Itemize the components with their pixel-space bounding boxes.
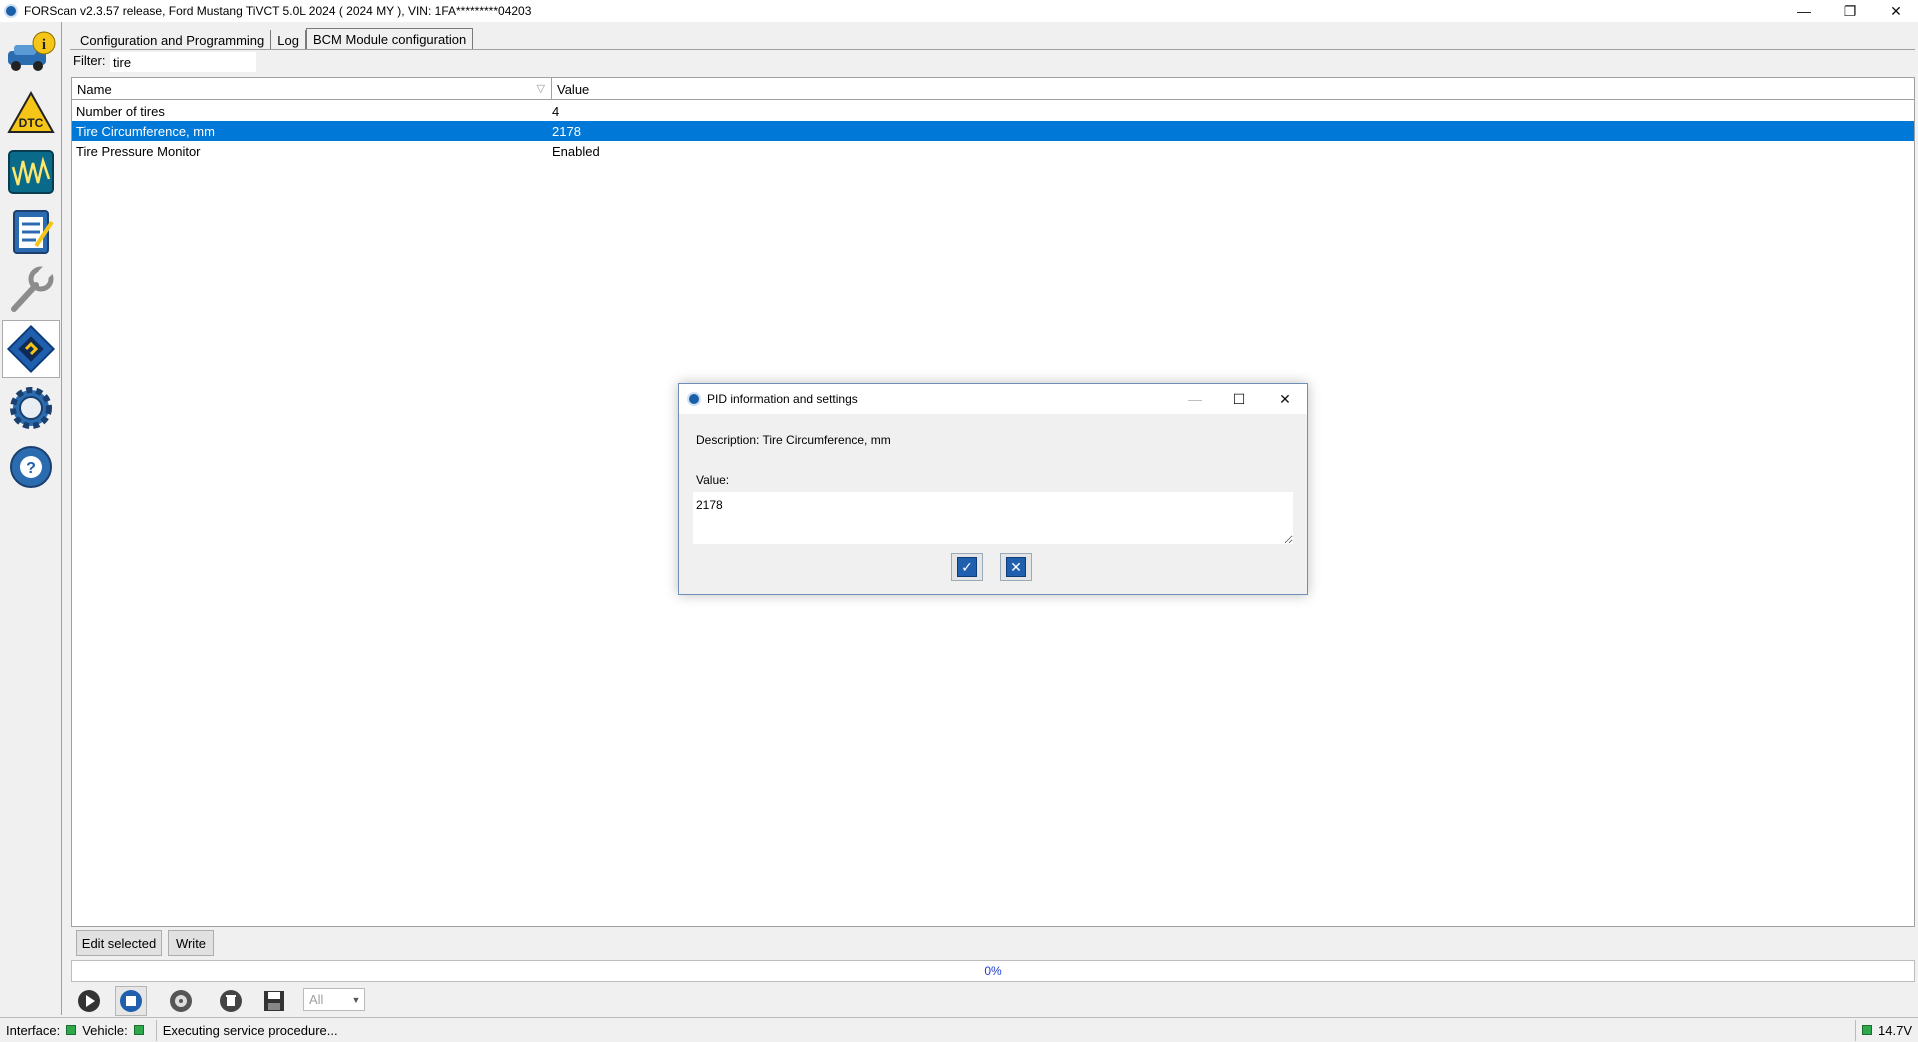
dialog-description: Description: Tire Circumference, mm	[696, 433, 891, 447]
interface-label: Interface:	[6, 1022, 61, 1038]
row-value: Enabled	[552, 143, 600, 159]
voltage-segment: 14.7V	[1856, 1020, 1918, 1041]
dialog-close-button[interactable]: ✕	[1263, 384, 1307, 414]
interface-status: Interface: Vehicle:	[0, 1019, 157, 1041]
table-row[interactable]: Number of tires 4	[72, 101, 1914, 121]
dialog-ok-button[interactable]: ✓	[951, 553, 983, 581]
minimize-button[interactable]: —	[1781, 0, 1827, 22]
restore-button[interactable]: ❐	[1827, 0, 1873, 22]
close-button[interactable]: ✕	[1873, 0, 1918, 22]
wheel-icon	[170, 990, 192, 1012]
write-button[interactable]: Write	[168, 930, 214, 956]
tire-tool-button[interactable]	[165, 986, 197, 1016]
voltage-value: 14.7V	[1878, 1022, 1912, 1038]
dialog-title: PID information and settings	[707, 392, 858, 406]
pid-settings-dialog: PID information and settings — ☐ ✕ Descr…	[678, 383, 1308, 595]
stop-button[interactable]	[115, 986, 147, 1016]
row-name: Tire Pressure Monitor	[76, 143, 201, 159]
table-row-selected[interactable]: Tire Circumference, mm 2178	[72, 121, 1914, 141]
row-value: 4	[552, 103, 560, 119]
help-button[interactable]: ?	[2, 438, 60, 496]
tab-configuration-and-programming[interactable]: Configuration and Programming	[72, 30, 272, 50]
module-chip-icon	[6, 324, 56, 374]
window-titlebar: FORScan v2.3.57 release, Ford Mustang Ti…	[0, 0, 1918, 22]
dialog-value-input[interactable]: 2178	[693, 492, 1293, 544]
cancel-x-icon: ✕	[1006, 557, 1026, 577]
service-button[interactable]	[2, 261, 60, 319]
stop-icon	[120, 990, 142, 1012]
tests-button[interactable]	[2, 202, 60, 260]
table-header: Name ▽ Value	[72, 78, 1914, 100]
dialog-minimize-button[interactable]: —	[1173, 384, 1217, 414]
progress-bar: 0%	[71, 960, 1915, 982]
chevron-down-icon: ▼	[351, 994, 361, 1005]
row-name: Number of tires	[76, 103, 165, 119]
status-message: Executing service procedure...	[162, 1022, 338, 1038]
checkmark-icon: ✓	[957, 557, 977, 577]
row-name: Tire Circumference, mm	[76, 123, 215, 139]
trash-icon	[220, 990, 242, 1012]
svg-text:DTC: DTC	[19, 116, 44, 130]
vehicle-label: Vehicle:	[82, 1022, 128, 1038]
row-value: 2178	[552, 123, 581, 139]
run-button[interactable]	[73, 986, 105, 1016]
filter-input[interactable]	[110, 52, 256, 72]
dialog-value-label: Value:	[696, 473, 730, 487]
vehicle-led-icon	[133, 1025, 144, 1035]
column-header-name-label: Name	[77, 81, 112, 97]
floppy-disk-icon	[264, 991, 284, 1011]
dtc-warning-icon: DTC	[7, 90, 55, 133]
filter-dropdown[interactable]: All ▼	[303, 988, 365, 1011]
voltage-led-icon	[1862, 1025, 1873, 1035]
table-row[interactable]: Tire Pressure Monitor Enabled	[72, 141, 1914, 161]
vehicle-info-icon: i	[8, 31, 56, 71]
gear-icon	[10, 387, 52, 429]
settings-button[interactable]	[2, 379, 60, 437]
dialog-cancel-button[interactable]: ✕	[1000, 553, 1032, 581]
vehicle-info-button[interactable]: i	[2, 25, 60, 83]
edit-selected-button[interactable]: Edit selected	[76, 930, 162, 956]
dtc-button[interactable]: DTC	[2, 84, 60, 142]
save-button[interactable]	[258, 986, 290, 1016]
oscilloscope-button[interactable]	[2, 143, 60, 201]
svg-text:i: i	[42, 37, 46, 53]
forscan-dialog-icon	[687, 392, 701, 406]
window-title: FORScan v2.3.57 release, Ford Mustang Ti…	[24, 4, 532, 18]
tab-log[interactable]: Log	[271, 30, 306, 50]
wrench-icon	[11, 265, 54, 312]
dialog-titlebar: PID information and settings — ☐ ✕	[679, 384, 1307, 414]
configuration-programming-button[interactable]	[2, 320, 60, 378]
column-header-name[interactable]: Name ▽	[72, 78, 552, 100]
tab-strip: Configuration and Programming Log BCM Mo…	[72, 28, 474, 50]
dialog-maximize-button[interactable]: ☐	[1217, 384, 1261, 414]
sort-filter-icon[interactable]: ▽	[537, 82, 545, 95]
clear-button[interactable]	[215, 986, 247, 1016]
forscan-app-icon	[4, 4, 18, 18]
play-icon	[78, 990, 100, 1012]
checklist-icon	[13, 210, 54, 254]
status-bar: Interface: Vehicle: Executing service pr…	[0, 1017, 1918, 1042]
filter-label: Filter:	[73, 53, 106, 68]
tab-bcm-module-configuration[interactable]: BCM Module configuration	[305, 28, 474, 50]
interface-led-icon	[66, 1025, 77, 1035]
filter-dropdown-value: All	[309, 992, 324, 1007]
left-toolbar: i DTC ?	[0, 22, 62, 1015]
progress-text: 0%	[984, 964, 1002, 978]
help-lifebuoy-icon: ?	[10, 446, 52, 488]
oscilloscope-icon	[8, 150, 54, 194]
tab-divider	[70, 49, 1915, 50]
column-header-value[interactable]: Value	[552, 78, 589, 100]
column-header-value-label: Value	[557, 81, 590, 97]
svg-text:?: ?	[26, 460, 36, 477]
status-message-segment: Executing service procedure...	[157, 1019, 1857, 1041]
